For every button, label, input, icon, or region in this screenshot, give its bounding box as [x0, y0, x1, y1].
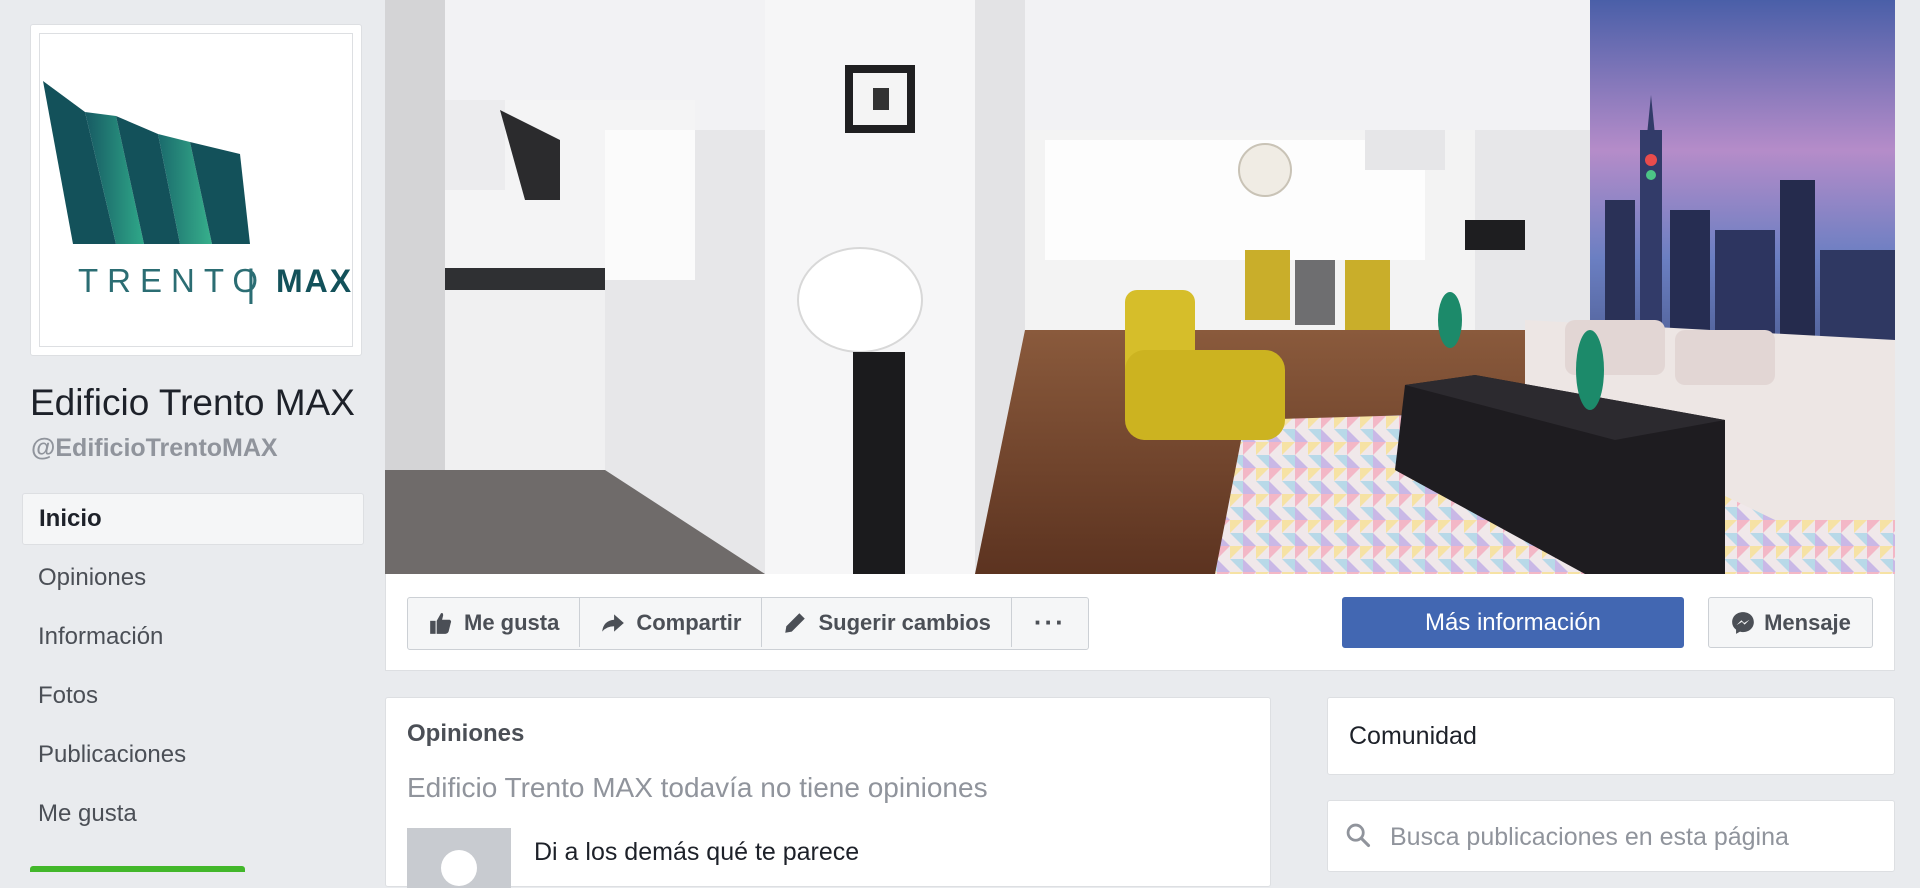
share-arrow-icon	[602, 613, 625, 632]
reviews-empty-message: Edificio Trento MAX todavía no tiene opi…	[407, 772, 988, 803]
thumbs-up-icon	[430, 612, 452, 634]
page-search-box	[1327, 800, 1895, 872]
default-avatar-icon	[441, 850, 477, 886]
user-avatar	[407, 828, 511, 888]
message-button-label: Mensaje	[1764, 609, 1851, 635]
suggest-edits-label: Sugerir cambios	[818, 609, 991, 635]
messenger-icon	[1732, 611, 1754, 634]
reviews-heading[interactable]: Opiniones	[407, 720, 524, 748]
sidebar-item-opiniones[interactable]: Opiniones	[22, 552, 364, 604]
share-button-label: Compartir	[636, 609, 742, 635]
cover-photo[interactable]	[385, 0, 1895, 574]
reviews-card: Opiniones Edificio Trento MAX todavía no…	[385, 697, 1271, 888]
pencil-icon	[785, 612, 806, 633]
logo-divider: |	[246, 263, 256, 305]
suggest-edits-button[interactable]: Sugerir cambios	[762, 598, 1012, 647]
logo-text-right: MAX	[276, 263, 353, 299]
more-info-button[interactable]: Más información	[1342, 597, 1684, 648]
more-options-button[interactable]: ···	[1012, 598, 1088, 647]
like-button-label: Me gusta	[464, 609, 560, 635]
more-dots-icon: ···	[1033, 607, 1066, 637]
page-title[interactable]: Edificio Trento MAX	[30, 382, 355, 424]
logo-text-left: TRENTO	[78, 262, 267, 299]
sidebar-item-publicaciones[interactable]: Publicaciones	[22, 729, 364, 781]
share-button[interactable]: Compartir	[580, 598, 763, 647]
cover-photo-illustration	[385, 0, 1895, 574]
sidebar-item-inicio[interactable]: Inicio	[22, 493, 364, 545]
sidebar-item-me-gusta[interactable]: Me gusta	[22, 788, 364, 840]
message-button[interactable]: Mensaje	[1708, 597, 1873, 648]
action-button-group: Me gusta Compartir Sugerir cambios ···	[407, 597, 1089, 650]
search-posts-input[interactable]	[1388, 813, 1882, 861]
community-heading[interactable]: Comunidad	[1349, 722, 1477, 751]
page-action-bar: Me gusta Compartir Sugerir cambios ··· M…	[385, 574, 1895, 671]
like-button[interactable]: Me gusta	[408, 598, 581, 647]
sidebar-item-informacion[interactable]: Información	[22, 611, 364, 663]
sidebar-item-fotos[interactable]: Fotos	[22, 670, 364, 722]
search-icon	[1346, 823, 1371, 848]
write-review-prompt[interactable]: Di a los demás qué te parece	[534, 838, 859, 867]
page-username[interactable]: @EdificioTrentoMAX	[31, 434, 278, 463]
more-info-label: Más información	[1424, 608, 1602, 636]
trento-max-logo: TRENTO | MAX	[43, 81, 353, 305]
profile-picture[interactable]: TRENTO | MAX	[30, 24, 362, 356]
community-card: Comunidad	[1327, 697, 1895, 775]
create-page-button-edge[interactable]	[30, 866, 245, 872]
sidebar-nav: Inicio Opiniones Información Fotos Publi…	[22, 493, 364, 847]
